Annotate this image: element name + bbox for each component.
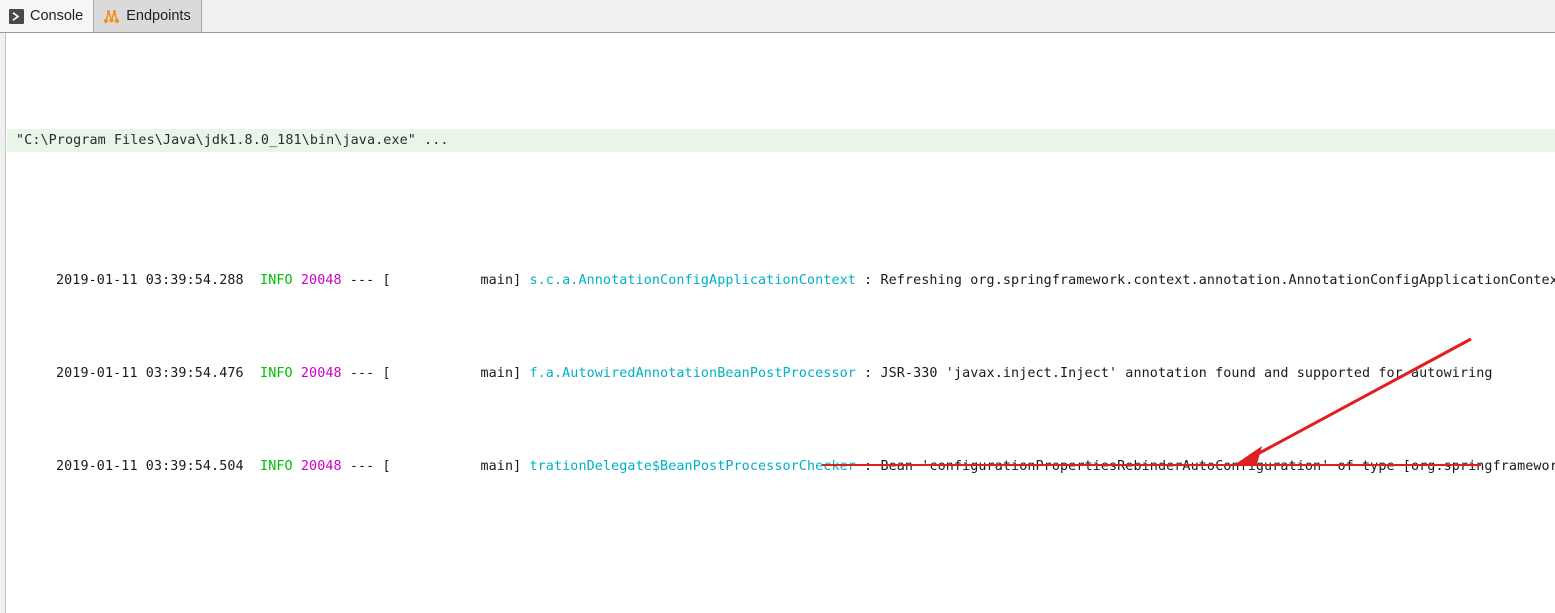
log-separator: ---: [349, 272, 375, 288]
tab-console[interactable]: Console: [0, 0, 94, 32]
console-tab-bar: Console Endpoints: [0, 0, 1555, 33]
log-level: INFO: [260, 366, 293, 382]
log-line: 2019-01-11 03:39:54.288 INFO 20048 --- […: [7, 246, 1555, 288]
log-logger: trationDelegate$BeanPostProcessorChecker: [529, 459, 856, 475]
log-thread: [ main]: [382, 272, 522, 288]
log-pid: 20048: [300, 366, 342, 382]
console-output-panel[interactable]: "C:\Program Files\Java\jdk1.8.0_181\bin\…: [0, 33, 1555, 613]
tab-console-label: Console: [30, 7, 84, 24]
console-icon: [9, 8, 24, 24]
log-message: : Refreshing org.springframework.context…: [864, 272, 1555, 288]
log-thread: [ main]: [382, 366, 522, 382]
log-timestamp: 2019-01-11 03:39:54.504: [55, 459, 244, 475]
tab-bar-filler: [201, 0, 1555, 32]
log-level: INFO: [260, 459, 293, 475]
log-message: : Bean 'configurationPropertiesRebinderA…: [864, 459, 1555, 475]
annotation-underline: [822, 464, 1481, 466]
console-command-line: "C:\Program Files\Java\jdk1.8.0_181\bin\…: [7, 129, 1555, 153]
log-level: INFO: [260, 272, 293, 288]
log-timestamp: 2019-01-11 03:39:54.476: [55, 366, 244, 382]
console-log-lines: "C:\Program Files\Java\jdk1.8.0_181\bin\…: [7, 33, 1555, 613]
log-pid: 20048: [300, 459, 342, 475]
tab-endpoints[interactable]: Endpoints: [93, 0, 202, 32]
log-logger: s.c.a.AnnotationConfigApplicationContext: [529, 272, 856, 288]
log-message: : JSR-330 'javax.inject.Inject' annotati…: [864, 366, 1493, 382]
log-separator: ---: [349, 459, 375, 475]
log-pid: 20048: [300, 272, 342, 288]
log-line: 2019-01-11 03:39:54.476 INFO 20048 --- […: [7, 339, 1555, 381]
log-separator: ---: [349, 366, 375, 382]
endpoints-icon: [103, 8, 120, 24]
log-logger: f.a.AutowiredAnnotationBeanPostProcessor: [529, 366, 856, 382]
log-thread: [ main]: [382, 459, 522, 475]
tab-endpoints-label: Endpoints: [126, 7, 191, 24]
log-line: 2019-01-11 03:39:54.504 INFO 20048 --- […: [7, 432, 1555, 474]
console-gutter: [0, 33, 6, 613]
log-timestamp: 2019-01-11 03:39:54.288: [55, 272, 244, 288]
